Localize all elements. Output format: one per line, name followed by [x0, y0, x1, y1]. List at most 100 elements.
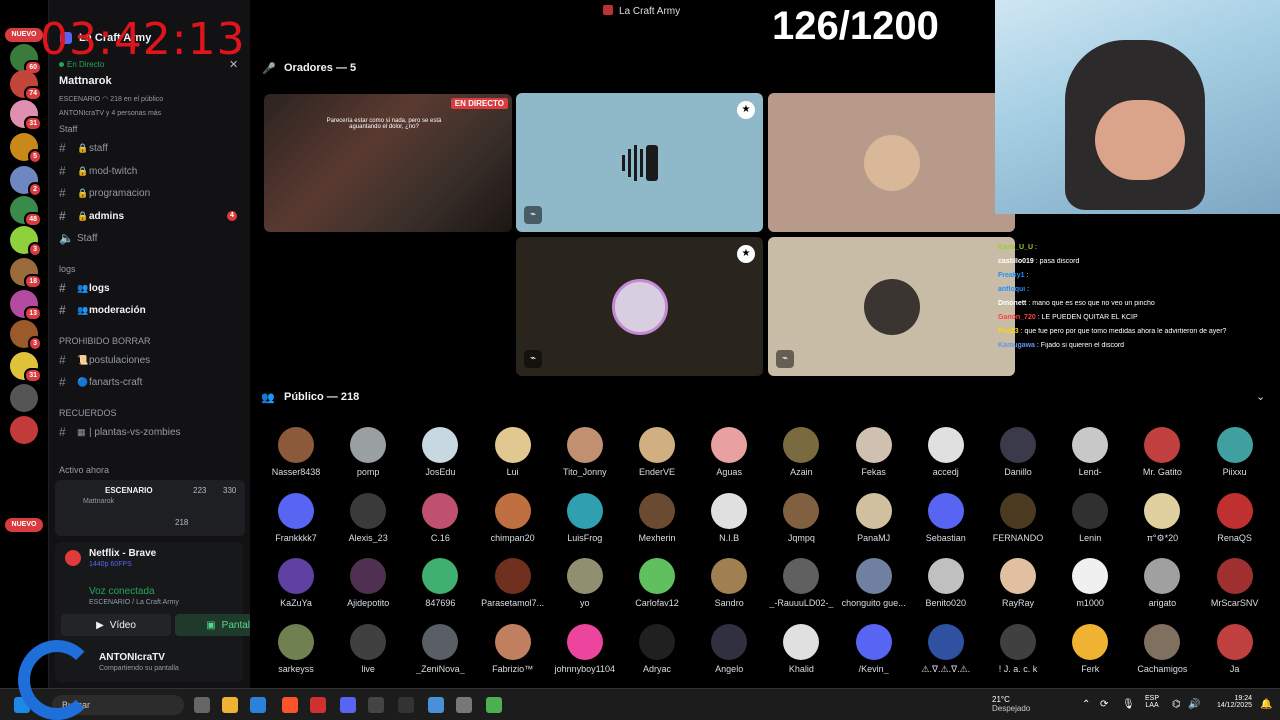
app-icon[interactable] — [398, 697, 414, 713]
task-view-icon[interactable] — [194, 697, 210, 713]
server-icon[interactable]: 60 — [10, 44, 42, 75]
audience-member[interactable]: Lend- — [1054, 427, 1126, 477]
app-icon[interactable] — [310, 697, 326, 713]
brave-icon[interactable] — [282, 697, 298, 713]
server-icon[interactable]: 74 — [10, 70, 42, 101]
minecraft-icon[interactable] — [486, 697, 502, 713]
audience-member[interactable]: Khalid — [765, 623, 837, 674]
clock[interactable]: 19:24 14/12/2025 — [1208, 695, 1252, 709]
chevron-up-icon[interactable]: ⌃ — [1082, 699, 1090, 710]
server-icon[interactable]: 13 — [10, 290, 42, 321]
audience-member[interactable]: pomp — [332, 427, 404, 477]
audience-member[interactable]: Sebastian — [910, 492, 982, 543]
server-icon[interactable]: 31 — [10, 352, 42, 383]
audience-member[interactable]: Alexis_23 — [332, 492, 404, 543]
channel-mod-twitch[interactable]: # 🔒 mod-twitch — [59, 161, 249, 181]
audience-member[interactable]: Nasser8438 — [260, 427, 332, 477]
notifications-icon[interactable]: 🔔 — [1260, 699, 1272, 710]
file-explorer-icon[interactable] — [222, 697, 238, 713]
audience-member[interactable]: LuisFrog — [549, 492, 621, 543]
stage-host[interactable]: Mattnarok — [59, 75, 112, 87]
category-prohibido[interactable]: PROHIBIDO BORRAR — [59, 336, 151, 346]
notepad-icon[interactable] — [428, 697, 444, 713]
audience-member[interactable]: Angelo — [693, 623, 765, 674]
audience-member[interactable]: Ja — [1199, 623, 1271, 674]
audience-member[interactable]: N.I.B — [693, 492, 765, 543]
audience-member[interactable]: 847696 — [404, 558, 476, 608]
language-indicator[interactable]: ESP LAA — [1145, 695, 1159, 709]
server-icon[interactable]: 18 — [10, 258, 42, 289]
audience-member[interactable]: Lenin — [1054, 492, 1126, 543]
audience-member[interactable]: Tito_Jonny — [549, 427, 621, 477]
channel-plantas[interactable]: # ▦ | plantas-vs-zombies — [59, 422, 249, 442]
audience-member[interactable]: MrScarSNV — [1199, 558, 1271, 608]
audience-member[interactable]: Azain — [765, 427, 837, 477]
audience-member[interactable]: accedj — [910, 427, 982, 477]
discord-icon[interactable] — [340, 697, 356, 713]
settings-icon[interactable] — [456, 697, 472, 713]
audience-member[interactable]: Piixxu — [1199, 427, 1271, 477]
audience-member[interactable]: Jqmpq — [765, 492, 837, 543]
chevron-down-icon[interactable]: ⌄ — [1256, 390, 1265, 403]
audience-member[interactable]: Mr. Gatito — [1126, 427, 1198, 477]
audience-member[interactable]: Carlofav12 — [621, 558, 693, 608]
channel-logs[interactable]: # 👥 logs — [59, 278, 249, 298]
audience-member[interactable]: Parasetamol7... — [477, 558, 549, 608]
audience-member[interactable]: Ajidepotito — [332, 558, 404, 608]
server-icon[interactable] — [10, 384, 38, 412]
audience-member[interactable]: RenaQS — [1199, 492, 1271, 543]
audience-member[interactable]: _-RauuuLD02-_ — [765, 558, 837, 608]
audience-member[interactable]: live — [332, 623, 404, 674]
audience-member[interactable]: Lui — [477, 427, 549, 477]
channel-moderacion[interactable]: # 👥 moderación — [59, 300, 249, 320]
channel-fanarts[interactable]: # 🔵 fanarts-craft — [59, 372, 249, 392]
audience-member[interactable]: PanaMJ — [838, 492, 910, 543]
audience-member[interactable]: johnnyboy1104 — [549, 623, 621, 674]
audience-member[interactable]: Frankkkk7 — [260, 492, 332, 543]
audience-member[interactable]: Benito020 — [910, 558, 982, 608]
audience-member[interactable]: KaZuYa — [260, 558, 332, 608]
audience-member[interactable]: π°⚙*20 — [1126, 492, 1198, 544]
audience-member[interactable]: ⚠.∇.⚠.∇.⚠. — [910, 623, 982, 675]
voice-status[interactable]: Voz conectada — [89, 586, 155, 597]
server-icon[interactable]: 48 — [10, 196, 42, 227]
microphone-icon[interactable]: 🎙 — [1122, 699, 1135, 710]
audience-member[interactable]: FERNANDO — [982, 492, 1054, 543]
server-icon[interactable]: 2 — [10, 166, 42, 197]
channel-postulaciones[interactable]: # 📜 postulaciones — [59, 350, 249, 370]
category-staff[interactable]: Staff — [59, 124, 77, 134]
audience-member[interactable]: _ZeniNova_ — [404, 623, 476, 674]
audience-member[interactable]: yo — [549, 558, 621, 608]
audience-member[interactable]: Sandro — [693, 558, 765, 608]
channel-programacion[interactable]: # 🔒 programacion — [59, 183, 249, 203]
audience-member[interactable]: chonguito gue... — [838, 558, 910, 608]
audience-member[interactable]: Adryac — [621, 623, 693, 674]
server-icon[interactable]: 3 — [10, 320, 42, 351]
audience-member[interactable]: Mexherin — [621, 492, 693, 543]
obs-icon[interactable] — [368, 697, 384, 713]
audience-member[interactable]: JosEdu — [404, 427, 476, 477]
audience-member[interactable]: /Kevin_ — [838, 623, 910, 674]
stream-tile[interactable]: EN DIRECTO Parecería estar como si nada,… — [264, 94, 512, 232]
refresh-icon[interactable]: ⟳ — [1100, 699, 1108, 710]
server-icon[interactable] — [10, 416, 38, 444]
channel-admins[interactable]: # 🔒 admins 4 — [59, 206, 249, 226]
category-recuerdos[interactable]: RECUERDOS — [59, 408, 117, 418]
server-icon[interactable]: 5 — [10, 133, 42, 164]
audience-member[interactable]: Aguas — [693, 427, 765, 477]
active-stage-card[interactable]: ESCENARIO Mattnarok 223 330 218 — [55, 480, 245, 536]
speaker-tile[interactable]: ⌁ — [768, 237, 1015, 376]
audience-member[interactable]: chimpan20 — [477, 492, 549, 543]
wifi-icon[interactable]: ⌬ — [1172, 699, 1181, 710]
stream-quality[interactable]: 1440p 60FPS — [89, 561, 132, 568]
server-icon[interactable]: 31 — [10, 100, 42, 131]
weather-widget[interactable]: 21°C Despejado — [992, 695, 1030, 713]
audience-member[interactable]: m1000 — [1054, 558, 1126, 608]
audience-member[interactable]: Danillo — [982, 427, 1054, 477]
category-logs[interactable]: logs — [59, 264, 76, 274]
audience-member[interactable]: Fabrizio™ — [477, 623, 549, 674]
volume-icon[interactable]: 🔊 — [1188, 699, 1200, 710]
audience-member[interactable]: RayRay — [982, 558, 1054, 608]
channel-staff[interactable]: # 🔒 staff — [59, 138, 249, 158]
server-icon[interactable]: 3 — [10, 226, 42, 257]
